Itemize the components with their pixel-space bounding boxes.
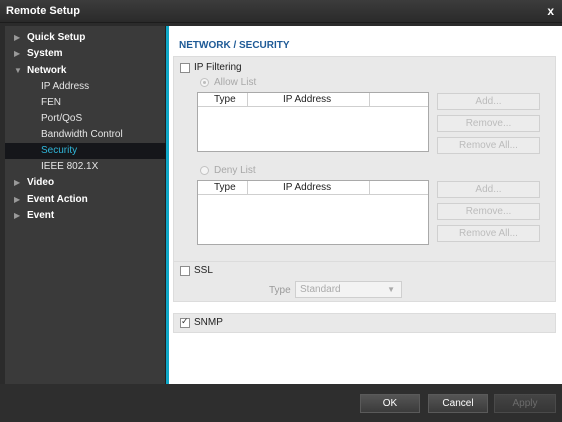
column-type[interactable]: Type (198, 93, 248, 107)
sidebar-item-label: Security (41, 145, 78, 156)
sidebar-item-port-qos[interactable]: Port/QoS (5, 111, 166, 127)
expand-right-icon[interactable]: ▶ (14, 208, 20, 224)
allow-list-table[interactable]: Type IP Address (197, 92, 429, 152)
deny-add-button[interactable]: Add... (437, 181, 540, 198)
ip-filtering-panel: IP Filtering Allow List Type IP Address … (173, 56, 556, 279)
expand-right-icon[interactable]: ▶ (14, 46, 20, 62)
apply-button[interactable]: Apply (494, 394, 556, 413)
sidebar-item-security[interactable]: Security (5, 143, 166, 159)
snmp-panel: SNMP (173, 313, 556, 333)
expand-right-icon[interactable]: ▶ (14, 192, 20, 208)
sidebar-item-video[interactable]: ▶ Video (5, 175, 166, 191)
window-title: Remote Setup (6, 5, 80, 17)
deny-remove-all-button[interactable]: Remove All... (437, 225, 540, 242)
column-type[interactable]: Type (198, 181, 248, 195)
sidebar-item-label: Event (27, 210, 55, 221)
deny-list-radio[interactable] (200, 166, 209, 175)
deny-list-label: Deny List (214, 165, 256, 176)
sidebar-item-label: Event Action (27, 194, 88, 205)
snmp-label: SNMP (194, 317, 223, 328)
ssl-type-select[interactable]: Standard ▼ (295, 281, 402, 298)
expand-right-icon[interactable]: ▶ (14, 30, 20, 46)
column-extra (370, 181, 430, 195)
ip-filtering-label: IP Filtering (194, 62, 242, 73)
sidebar-item-network[interactable]: ▼ Network (5, 63, 166, 79)
ssl-type-value: Standard (300, 284, 341, 295)
ssl-type-label: Type (269, 285, 291, 296)
snmp-checkbox[interactable] (180, 316, 190, 328)
allow-remove-button[interactable]: Remove... (437, 115, 540, 132)
deny-list-header: Type IP Address (198, 181, 428, 195)
sidebar-item-label: Quick Setup (27, 32, 86, 43)
sidebar-item-label: System (27, 48, 63, 59)
ssl-checkbox[interactable] (180, 266, 190, 276)
sidebar-item-label: Bandwidth Control (41, 129, 123, 140)
cancel-button[interactable]: Cancel (428, 394, 488, 413)
sidebar-item-ip-address[interactable]: IP Address (5, 79, 166, 95)
expand-right-icon[interactable]: ▶ (14, 175, 20, 191)
remote-setup-window: Remote Setup x ▶ Quick Setup ▶ System ▼ Netwo… (0, 0, 562, 422)
sidebar-item-event-action[interactable]: ▶ Event Action (5, 192, 166, 208)
ssl-label: SSL (194, 265, 213, 276)
sidebar-item-quick-setup[interactable]: ▶ Quick Setup (5, 30, 166, 46)
expand-down-icon[interactable]: ▼ (14, 63, 22, 79)
title-bar: Remote Setup x (0, 0, 562, 23)
sidebar-item-label: Port/QoS (41, 113, 83, 124)
sidebar-item-bandwidth-control[interactable]: Bandwidth Control (5, 127, 166, 143)
sidebar-item-label: FEN (41, 97, 61, 108)
allow-list-label: Allow List (214, 77, 257, 88)
ok-button[interactable]: OK (360, 394, 420, 413)
deny-remove-button[interactable]: Remove... (437, 203, 540, 220)
deny-list-table[interactable]: Type IP Address (197, 180, 429, 245)
ssl-panel: SSL Type Standard ▼ (173, 261, 556, 302)
chevron-down-icon: ▼ (387, 285, 395, 294)
sidebar-item-fen[interactable]: FEN (5, 95, 166, 111)
column-ip-address[interactable]: IP Address (248, 93, 370, 107)
column-ip-address[interactable]: IP Address (248, 181, 370, 195)
page-title: NETWORK / SECURITY (179, 40, 290, 51)
column-extra (370, 93, 430, 107)
ip-filtering-checkbox[interactable] (180, 63, 190, 73)
sidebar-item-label: IEEE 802.1X (41, 161, 99, 172)
close-icon[interactable]: x (547, 4, 554, 18)
allow-list-radio[interactable] (200, 78, 209, 87)
allow-add-button[interactable]: Add... (437, 93, 540, 110)
allow-list-header: Type IP Address (198, 93, 428, 107)
sidebar-item-label: Network (27, 65, 67, 76)
sidebar-item-event[interactable]: ▶ Event (5, 208, 166, 224)
allow-remove-all-button[interactable]: Remove All... (437, 137, 540, 154)
dialog-footer: OK Cancel Apply (0, 384, 562, 422)
sidebar-item-label: Video (27, 177, 55, 188)
sidebar-item-system[interactable]: ▶ System (5, 46, 166, 62)
sidebar-nav: ▶ Quick Setup ▶ System ▼ Network IP Address FEN… (5, 26, 166, 384)
sidebar-item-label: IP Address (41, 81, 90, 92)
settings-content: NETWORK / SECURITY IP Filtering Allow Li… (169, 26, 562, 384)
sidebar-item-ieee-802-1x[interactable]: IEEE 802.1X (5, 159, 166, 175)
